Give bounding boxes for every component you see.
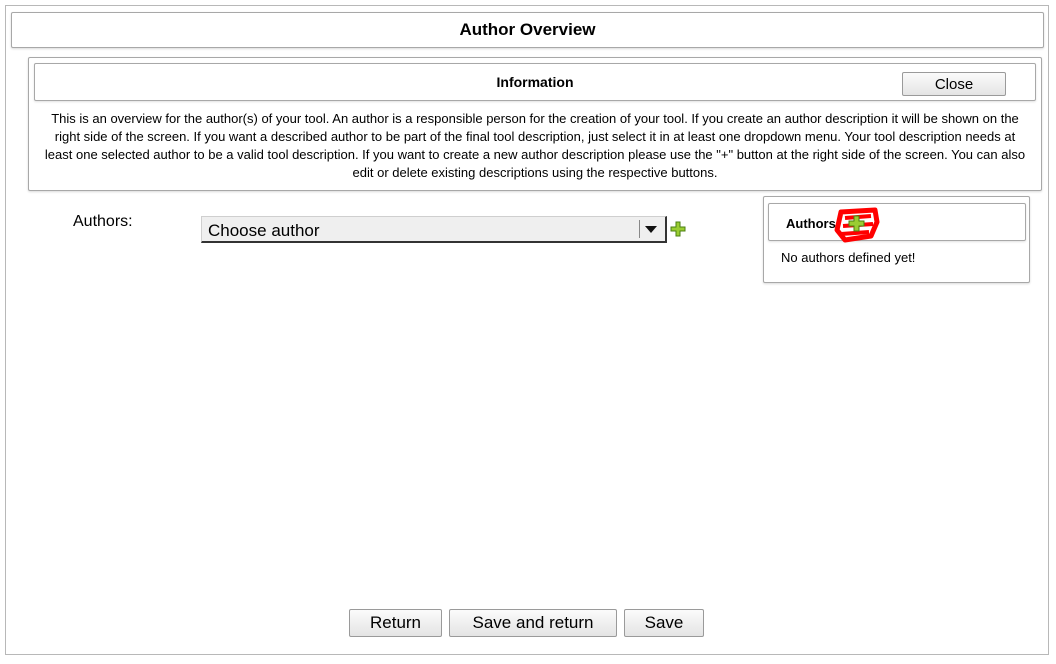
save-and-return-button[interactable]: Save and return: [449, 609, 617, 637]
information-header: Information Close: [34, 63, 1036, 101]
add-author-plus-icon[interactable]: [831, 204, 883, 244]
author-select[interactable]: Choose author: [201, 216, 667, 243]
plus-icon[interactable]: [670, 221, 686, 237]
authors-side-panel: Authors No authors defined yet!: [763, 196, 1030, 283]
information-text: This is an overview for the author(s) of…: [44, 111, 1026, 180]
information-title: Information: [496, 74, 574, 90]
save-button[interactable]: Save: [624, 609, 704, 637]
dialog-title: Author Overview: [11, 12, 1044, 48]
chevron-down-icon[interactable]: [645, 226, 657, 233]
authors-label: Authors:: [73, 213, 133, 230]
author-select-value: Choose author: [208, 221, 320, 240]
authors-side-header: Authors: [768, 203, 1026, 244]
close-button[interactable]: Close: [902, 72, 1006, 96]
authors-side-title: Authors: [786, 216, 836, 231]
return-button[interactable]: Return: [349, 609, 442, 637]
select-divider: [639, 220, 640, 238]
no-authors-message: No authors defined yet!: [781, 250, 916, 265]
information-panel: Information Close This is an overview fo…: [28, 57, 1042, 191]
